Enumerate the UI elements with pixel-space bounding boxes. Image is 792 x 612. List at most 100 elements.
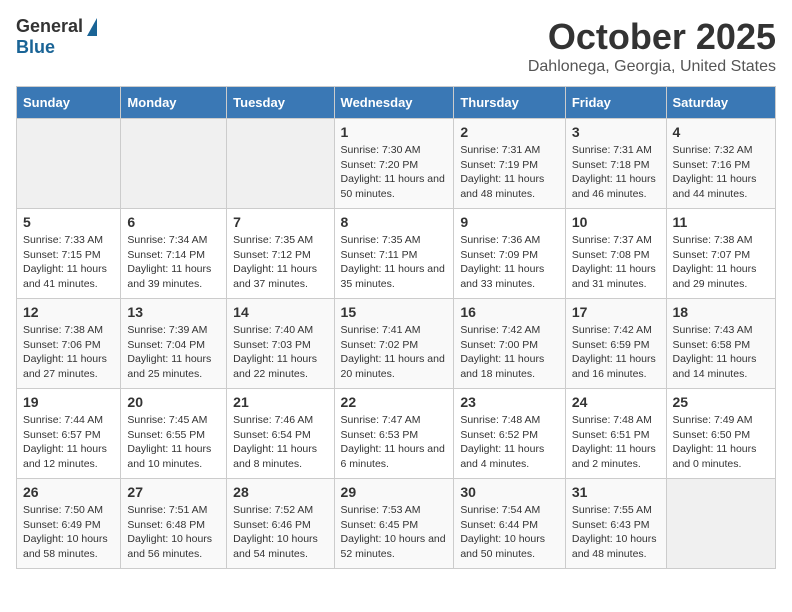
- day-number: 6: [127, 214, 220, 230]
- calendar-cell: [666, 479, 775, 569]
- calendar-table: SundayMondayTuesdayWednesdayThursdayFrid…: [16, 86, 776, 569]
- day-number: 3: [572, 124, 660, 140]
- day-info: Sunrise: 7:35 AMSunset: 7:11 PMDaylight:…: [341, 233, 448, 292]
- calendar-week-row: 1 Sunrise: 7:30 AMSunset: 7:20 PMDaylight…: [17, 119, 776, 209]
- logo-general-text: General: [16, 16, 83, 37]
- column-header-thursday: Thursday: [454, 87, 566, 119]
- day-info: Sunrise: 7:53 AMSunset: 6:45 PMDaylight:…: [341, 503, 448, 562]
- day-number: 16: [460, 304, 559, 320]
- calendar-week-row: 12 Sunrise: 7:38 AMSunset: 7:06 PMDayligh…: [17, 299, 776, 389]
- day-info: Sunrise: 7:40 AMSunset: 7:03 PMDaylight:…: [233, 323, 327, 382]
- calendar-cell: 13 Sunrise: 7:39 AMSunset: 7:04 PMDayligh…: [121, 299, 227, 389]
- day-info: Sunrise: 7:52 AMSunset: 6:46 PMDaylight:…: [233, 503, 327, 562]
- day-number: 13: [127, 304, 220, 320]
- day-number: 11: [673, 214, 769, 230]
- day-info: Sunrise: 7:46 AMSunset: 6:54 PMDaylight:…: [233, 413, 327, 472]
- calendar-header-row: SundayMondayTuesdayWednesdayThursdayFrid…: [17, 87, 776, 119]
- calendar-week-row: 19 Sunrise: 7:44 AMSunset: 6:57 PMDayligh…: [17, 389, 776, 479]
- calendar-cell: 6 Sunrise: 7:34 AMSunset: 7:14 PMDaylight…: [121, 209, 227, 299]
- day-info: Sunrise: 7:44 AMSunset: 6:57 PMDaylight:…: [23, 413, 114, 472]
- day-number: 4: [673, 124, 769, 140]
- day-number: 28: [233, 484, 327, 500]
- column-header-wednesday: Wednesday: [334, 87, 454, 119]
- day-number: 22: [341, 394, 448, 410]
- calendar-cell: 17 Sunrise: 7:42 AMSunset: 6:59 PMDayligh…: [565, 299, 666, 389]
- calendar-cell: 12 Sunrise: 7:38 AMSunset: 7:06 PMDayligh…: [17, 299, 121, 389]
- calendar-cell: [121, 119, 227, 209]
- calendar-week-row: 26 Sunrise: 7:50 AMSunset: 6:49 PMDayligh…: [17, 479, 776, 569]
- calendar-cell: 2 Sunrise: 7:31 AMSunset: 7:19 PMDaylight…: [454, 119, 566, 209]
- day-number: 10: [572, 214, 660, 230]
- day-number: 1: [341, 124, 448, 140]
- calendar-cell: 30Sunrise: 7:54 AMSunset: 6:44 PMDayligh…: [454, 479, 566, 569]
- day-info: Sunrise: 7:43 AMSunset: 6:58 PMDaylight:…: [673, 323, 769, 382]
- day-info: Sunrise: 7:50 AMSunset: 6:49 PMDaylight:…: [23, 503, 114, 562]
- column-header-monday: Monday: [121, 87, 227, 119]
- day-info: Sunrise: 7:55 AMSunset: 6:43 PMDaylight:…: [572, 503, 660, 562]
- day-number: 7: [233, 214, 327, 230]
- day-number: 8: [341, 214, 448, 230]
- day-number: 18: [673, 304, 769, 320]
- calendar-cell: 21Sunrise: 7:46 AMSunset: 6:54 PMDayligh…: [227, 389, 334, 479]
- calendar-cell: 8 Sunrise: 7:35 AMSunset: 7:11 PMDaylight…: [334, 209, 454, 299]
- day-number: 20: [127, 394, 220, 410]
- day-info: Sunrise: 7:42 AMSunset: 6:59 PMDaylight:…: [572, 323, 660, 382]
- day-info: Sunrise: 7:41 AMSunset: 7:02 PMDaylight:…: [341, 323, 448, 382]
- day-info: Sunrise: 7:42 AMSunset: 7:00 PMDaylight:…: [460, 323, 559, 382]
- calendar-cell: [227, 119, 334, 209]
- day-number: 29: [341, 484, 448, 500]
- day-info: Sunrise: 7:35 AMSunset: 7:12 PMDaylight:…: [233, 233, 327, 292]
- calendar-cell: 29 Sunrise: 7:53 AMSunset: 6:45 PMDayligh…: [334, 479, 454, 569]
- day-number: 19: [23, 394, 114, 410]
- calendar-cell: 18 Sunrise: 7:43 AMSunset: 6:58 PMDayligh…: [666, 299, 775, 389]
- calendar-cell: 31Sunrise: 7:55 AMSunset: 6:43 PMDayligh…: [565, 479, 666, 569]
- calendar-cell: 28 Sunrise: 7:52 AMSunset: 6:46 PMDayligh…: [227, 479, 334, 569]
- day-info: Sunrise: 7:51 AMSunset: 6:48 PMDaylight:…: [127, 503, 220, 562]
- day-number: 9: [460, 214, 559, 230]
- day-info: Sunrise: 7:45 AMSunset: 6:55 PMDaylight:…: [127, 413, 220, 472]
- calendar-cell: [17, 119, 121, 209]
- calendar-cell: 11 Sunrise: 7:38 AMSunset: 7:07 PMDayligh…: [666, 209, 775, 299]
- day-info: Sunrise: 7:31 AMSunset: 7:19 PMDaylight:…: [460, 143, 559, 202]
- day-info: Sunrise: 7:47 AMSunset: 6:53 PMDaylight:…: [341, 413, 448, 472]
- day-number: 12: [23, 304, 114, 320]
- calendar-cell: 14 Sunrise: 7:40 AMSunset: 7:03 PMDayligh…: [227, 299, 334, 389]
- page-header: General Blue October 2025 Dahlonega, Geo…: [16, 16, 776, 76]
- calendar-cell: 22 Sunrise: 7:47 AMSunset: 6:53 PMDayligh…: [334, 389, 454, 479]
- calendar-cell: 4Sunrise: 7:32 AMSunset: 7:16 PMDaylight…: [666, 119, 775, 209]
- title-block: October 2025 Dahlonega, Georgia, United …: [528, 16, 776, 76]
- column-header-tuesday: Tuesday: [227, 87, 334, 119]
- day-info: Sunrise: 7:38 AMSunset: 7:06 PMDaylight:…: [23, 323, 114, 382]
- day-number: 14: [233, 304, 327, 320]
- logo: General Blue: [16, 16, 97, 58]
- day-info: Sunrise: 7:39 AMSunset: 7:04 PMDaylight:…: [127, 323, 220, 382]
- day-number: 26: [23, 484, 114, 500]
- day-info: Sunrise: 7:33 AMSunset: 7:15 PMDaylight:…: [23, 233, 114, 292]
- calendar-cell: 23Sunrise: 7:48 AMSunset: 6:52 PMDayligh…: [454, 389, 566, 479]
- day-number: 25: [673, 394, 769, 410]
- day-info: Sunrise: 7:38 AMSunset: 7:07 PMDaylight:…: [673, 233, 769, 292]
- calendar-cell: 1 Sunrise: 7:30 AMSunset: 7:20 PMDaylight…: [334, 119, 454, 209]
- calendar-cell: 26 Sunrise: 7:50 AMSunset: 6:49 PMDayligh…: [17, 479, 121, 569]
- day-number: 2: [460, 124, 559, 140]
- day-number: 17: [572, 304, 660, 320]
- page-subtitle: Dahlonega, Georgia, United States: [528, 58, 776, 76]
- calendar-cell: 25Sunrise: 7:49 AMSunset: 6:50 PMDayligh…: [666, 389, 775, 479]
- day-number: 5: [23, 214, 114, 230]
- day-info: Sunrise: 7:48 AMSunset: 6:51 PMDaylight:…: [572, 413, 660, 472]
- column-header-sunday: Sunday: [17, 87, 121, 119]
- day-number: 30: [460, 484, 559, 500]
- day-info: Sunrise: 7:34 AMSunset: 7:14 PMDaylight:…: [127, 233, 220, 292]
- day-number: 23: [460, 394, 559, 410]
- day-number: 27: [127, 484, 220, 500]
- calendar-cell: 27 Sunrise: 7:51 AMSunset: 6:48 PMDayligh…: [121, 479, 227, 569]
- day-info: Sunrise: 7:37 AMSunset: 7:08 PMDaylight:…: [572, 233, 660, 292]
- calendar-cell: 3Sunrise: 7:31 AMSunset: 7:18 PMDaylight…: [565, 119, 666, 209]
- column-header-friday: Friday: [565, 87, 666, 119]
- calendar-cell: 5 Sunrise: 7:33 AMSunset: 7:15 PMDaylight…: [17, 209, 121, 299]
- day-info: Sunrise: 7:36 AMSunset: 7:09 PMDaylight:…: [460, 233, 559, 292]
- day-number: 15: [341, 304, 448, 320]
- calendar-cell: 10 Sunrise: 7:37 AMSunset: 7:08 PMDayligh…: [565, 209, 666, 299]
- day-info: Sunrise: 7:30 AMSunset: 7:20 PMDaylight:…: [341, 143, 448, 202]
- calendar-cell: 20 Sunrise: 7:45 AMSunset: 6:55 PMDayligh…: [121, 389, 227, 479]
